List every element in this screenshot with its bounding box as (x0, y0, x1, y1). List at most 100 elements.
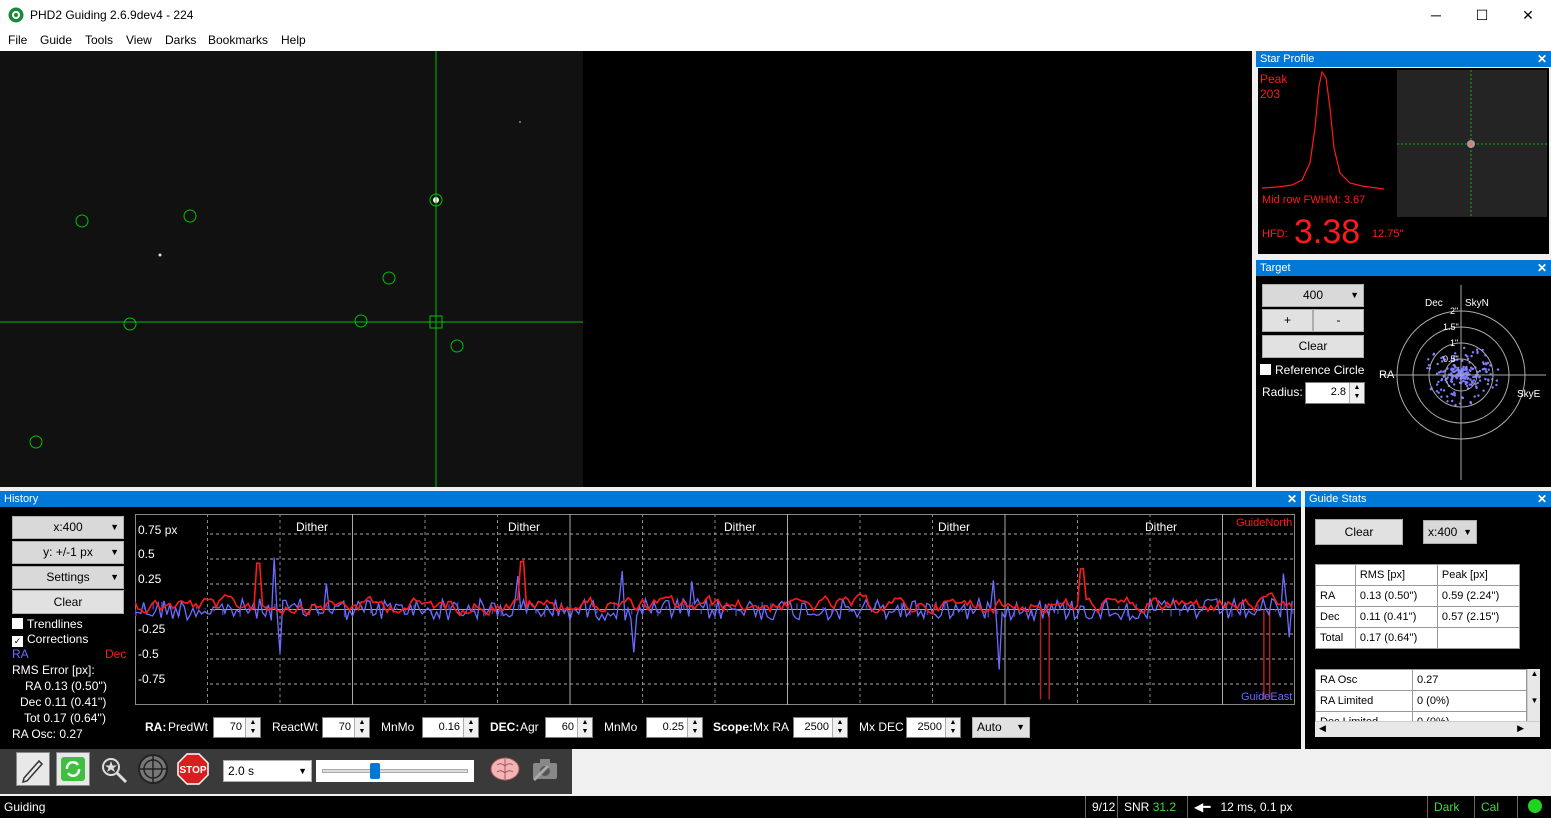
correction-bar (1057, 609, 1059, 615)
history-graph[interactable]: 0.75 px 0.5 0.25 -0.25 -0.5 -0.75 Dither… (135, 514, 1295, 705)
menu-tools[interactable]: Tools (85, 33, 113, 47)
brain-button[interactable] (488, 752, 522, 786)
spinner-arrows-icon[interactable]: ▲ ▼ (1349, 383, 1364, 403)
correction-bar (396, 607, 398, 610)
target-point (1442, 370, 1445, 373)
corrections-checkbox[interactable]: ✓ Corrections (12, 632, 88, 647)
spinner-arrows-icon[interactable]: ▲ ▼ (945, 718, 960, 737)
pencil-icon (21, 759, 44, 784)
dec-mnmo-spinner[interactable]: 0.25 ▲ ▼ (646, 717, 703, 738)
y-tick-0-75: 0.75 px (138, 523, 177, 537)
history-x-scale-dropdown[interactable]: x:400 ▼ (12, 516, 124, 539)
target-scale-dropdown[interactable]: 400 ▼ (1262, 284, 1364, 307)
target-point (1466, 381, 1469, 384)
close-icon[interactable]: ✕ (1287, 491, 1297, 507)
dec-mode-dropdown[interactable]: Auto ▼ (972, 717, 1030, 738)
stop-button[interactable]: STOP (176, 752, 210, 786)
status-mode: Guiding (4, 800, 46, 814)
guide-stats-panel: Guide Stats ✕ Clear x:400 ▼ RMS [px] Peak … (1305, 491, 1551, 749)
target-point (1436, 383, 1439, 386)
close-icon[interactable]: ✕ (1537, 51, 1547, 67)
mxra-spinner[interactable]: 2500 ▲ ▼ (793, 717, 848, 738)
spinner-arrows-icon[interactable]: ▲ ▼ (687, 718, 702, 737)
agr-label: Agr (520, 720, 539, 734)
checkbox-icon[interactable] (12, 618, 23, 629)
hfd-arcsec: 12.75" (1372, 228, 1404, 240)
target-point (1450, 380, 1454, 384)
history-y-scale-dropdown[interactable]: y: +/-1 px ▼ (12, 541, 124, 564)
exposure-dropdown[interactable]: 2.0 s ▼ (223, 760, 312, 782)
menu-file[interactable]: File (8, 33, 27, 47)
correction-bar (448, 604, 450, 610)
gamma-slider[interactable] (316, 760, 474, 782)
zoom-in-button[interactable]: + (1262, 309, 1313, 332)
menu-view[interactable]: View (126, 33, 152, 47)
mxdec-spinner[interactable]: 2500 ▲ ▼ (906, 717, 961, 738)
correction-bar (918, 605, 920, 610)
camera-view[interactable] (0, 51, 1252, 487)
camera-settings-button[interactable] (528, 752, 562, 786)
guide-stats-scale-dropdown[interactable]: x:400 ▼ (1423, 520, 1477, 544)
correction-bar (961, 609, 963, 612)
zoom-out-button[interactable]: - (1313, 309, 1364, 332)
chevron-down-icon: ▼ (1016, 722, 1025, 732)
close-icon[interactable]: ✕ (1537, 491, 1547, 507)
mxdec-value: 2500 (917, 721, 942, 733)
spinner-arrows-icon[interactable]: ▲ ▼ (577, 718, 592, 737)
correction-bar (326, 605, 328, 610)
correction-bar (700, 609, 702, 614)
fwhm-label: Mid row FWHM: 3.67 (1262, 194, 1366, 206)
window-title: PHD2 Guiding 2.6.9dev4 - 224 (30, 8, 194, 22)
vertical-scrollbar[interactable]: ▲ ▼ (1527, 669, 1540, 721)
menu-darks[interactable]: Darks (165, 33, 196, 47)
trendlines-checkbox[interactable]: Trendlines (12, 617, 83, 631)
radius-spinner[interactable]: 2.8 ▲ ▼ (1305, 382, 1365, 404)
menu-bookmarks[interactable]: Bookmarks (208, 33, 268, 47)
stats-cell: 0.17 (0.64'') (1354, 627, 1438, 649)
loop-button[interactable] (56, 752, 90, 786)
reference-circle-checkbox[interactable]: Reference Circle (1260, 363, 1364, 377)
horizontal-scrollbar[interactable]: ◀ ▶ (1315, 721, 1540, 737)
spinner-arrows-icon[interactable]: ▲ ▼ (245, 718, 260, 737)
star-field[interactable] (0, 51, 583, 487)
close-window-button[interactable]: ✕ (1505, 0, 1551, 30)
menu-guide[interactable]: Guide (40, 33, 72, 47)
target-point (1437, 380, 1440, 384)
status-bar: Guiding 9/12 SNR 31.2 ◀━ 12 ms, 0.1 px D… (0, 796, 1551, 818)
history-clear-button[interactable]: Clear (12, 590, 124, 614)
predwt-value: 70 (229, 721, 242, 733)
slider-thumb[interactable] (369, 763, 380, 779)
close-icon[interactable]: ✕ (1537, 260, 1547, 276)
agr-spinner[interactable]: 60 ▲ ▼ (545, 717, 593, 738)
maximize-button[interactable]: ☐ (1459, 0, 1505, 30)
guide-stats-scale-value: x:400 (1428, 525, 1458, 539)
history-header: History ✕ (0, 491, 1301, 507)
menu-help[interactable]: Help (281, 33, 306, 47)
correction-bar (1231, 609, 1233, 617)
predwt-spinner[interactable]: 70 ▲ ▼ (213, 717, 261, 738)
target-point (1471, 351, 1475, 354)
correction-bar (822, 606, 824, 610)
target-scale-value: 400 (1302, 288, 1324, 302)
guide-stats-clear-button[interactable]: Clear (1315, 519, 1403, 545)
stats-cell: 0.13 (0.50'') (1354, 585, 1438, 607)
checkmark-icon[interactable]: ✓ (12, 636, 23, 647)
auto-select-star-button[interactable] (96, 752, 130, 786)
reactwt-spinner[interactable]: 70 ▲ ▼ (322, 717, 370, 738)
checkbox-icon[interactable] (1260, 364, 1271, 375)
spinner-arrows-icon[interactable]: ▲ ▼ (354, 718, 369, 737)
minimize-button[interactable]: ─ (1413, 0, 1459, 30)
ra-mnmo-spinner[interactable]: 0.16 ▲ ▼ (422, 717, 479, 738)
spinner-arrows-icon[interactable]: ▲ ▼ (832, 718, 847, 737)
spinner-arrows-icon[interactable]: ▲ ▼ (463, 718, 478, 737)
ring-label-1: 1" (1450, 338, 1458, 348)
target-clear-button[interactable]: Clear (1262, 335, 1364, 358)
osc-table[interactable]: RA Osc0.27 RA Limited0 (0%) Dec Limited0… (1315, 669, 1540, 737)
camera-wrench-icon (532, 759, 557, 782)
osc-cell: 0 (0%) (1412, 690, 1527, 712)
guide-button[interactable] (136, 752, 170, 786)
history-settings-dropdown[interactable]: Settings ▼ (12, 566, 124, 589)
use-profile-button[interactable] (16, 752, 50, 786)
correction-bar (204, 608, 207, 610)
correction-bar (709, 603, 711, 610)
